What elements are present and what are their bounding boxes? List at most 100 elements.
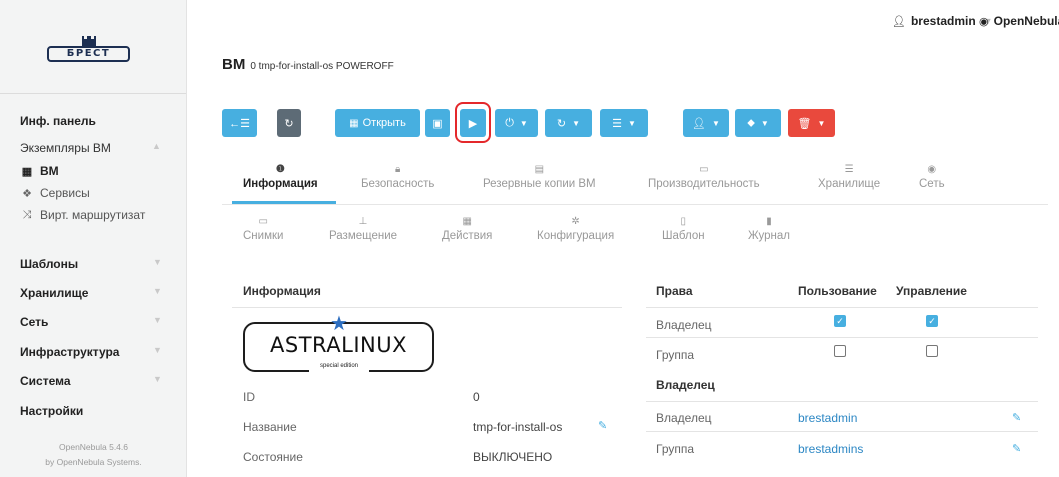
- refresh-button[interactable]: ↻: [277, 109, 301, 137]
- info-icon: ❶: [275, 164, 285, 175]
- page-title: ВМ 0 tmp-for-install-os POWEROFF: [222, 56, 394, 73]
- sidebar-item-network[interactable]: Сеть ▼: [20, 315, 162, 329]
- ownership-value-owner[interactable]: brestadmin: [798, 411, 857, 425]
- sidebar: БРЕСТ Инф. панель Экземпляры ВМ ▲ ▦ ВМ ❖ Се…: [0, 0, 187, 477]
- log-icon: ▮: [766, 216, 772, 227]
- sidebar-item-dashboard[interactable]: Инф. панель: [20, 114, 96, 128]
- sidebar-item-label: Инф. панель: [20, 114, 96, 128]
- delete-menu-button[interactable]: 🗑︎ ▼: [788, 109, 835, 137]
- user-icon: 👤︎: [692, 117, 707, 130]
- info-value-name: tmp-for-install-os: [473, 420, 563, 434]
- user-icon: 👤︎: [892, 15, 906, 28]
- info-value-state: ВЫКЛЮЧЕНО: [473, 450, 553, 464]
- tab-template[interactable]: ▯ Шаблон: [662, 216, 705, 242]
- storage-icon: ☰: [844, 164, 854, 175]
- group-use-checkbox[interactable]: [834, 345, 846, 357]
- power-icon: ⏻: [505, 116, 514, 129]
- tab-actions[interactable]: ▦ Действия: [442, 216, 492, 242]
- caret-down-icon: ▼: [712, 118, 720, 128]
- archive-icon: ▤: [534, 164, 545, 175]
- calendar-icon: ▦: [462, 216, 472, 227]
- tab-placement[interactable]: ⊥ Размещение: [329, 216, 397, 242]
- caret-down-icon: ▼: [572, 118, 581, 128]
- sidebar-item-storage[interactable]: Хранилище ▼: [20, 286, 162, 300]
- floppy-icon: ▣: [432, 117, 443, 130]
- sidebar-item-settings[interactable]: Настройки: [20, 404, 83, 418]
- owner-menu-button[interactable]: 👤︎ ▼: [683, 109, 729, 137]
- sidebar-item-services[interactable]: ❖ Сервисы: [20, 186, 90, 200]
- edit-icon[interactable]: ✎: [598, 419, 607, 432]
- edit-icon[interactable]: ✎: [1012, 411, 1021, 424]
- sidebar-item-infrastructure[interactable]: Инфраструктура ▼: [20, 345, 162, 359]
- ownership-value-group[interactable]: brestadmins: [798, 442, 863, 456]
- caret-down-icon: ▼: [519, 118, 528, 128]
- tab-storage[interactable]: ☰ Хранилище: [818, 164, 880, 190]
- sidebar-item-vm-instances[interactable]: Экземпляры ВМ ▲: [20, 141, 161, 155]
- owner-manage-checkbox[interactable]: ✓: [926, 315, 938, 327]
- tab-label: Шаблон: [662, 230, 705, 242]
- tab-security[interactable]: 🔒︎ Безопасность: [361, 164, 434, 190]
- tab-configuration[interactable]: ✲ Конфигурация: [537, 216, 614, 242]
- tab-info[interactable]: ❶ Информация: [243, 164, 318, 190]
- sidebar-item-label: Хранилище: [20, 286, 89, 300]
- open-button[interactable]: ▦ Открыть: [335, 109, 420, 137]
- tab-log[interactable]: ▮ Журнал: [748, 216, 790, 242]
- sidebar-item-label: ВМ: [40, 164, 59, 178]
- back-to-list-button[interactable]: ←☰: [222, 109, 257, 137]
- tab-label: Резервные копии ВМ: [483, 178, 596, 190]
- reboot-icon: ↻: [556, 117, 567, 130]
- sidebar-item-label: Вирт. маршрутизат: [40, 208, 146, 222]
- ownership-title: Владелец: [656, 378, 715, 392]
- tab-backups[interactable]: ▤ Резервные копии ВМ: [483, 164, 596, 190]
- perm-label-owner: Владелец: [656, 318, 712, 332]
- back-list-icon: ←☰: [229, 117, 250, 130]
- labels-menu-button[interactable]: ⬥ ▼: [735, 109, 781, 137]
- owner-use-checkbox[interactable]: ✓: [834, 315, 846, 327]
- permissions-title: Права: [656, 284, 693, 298]
- ownership-divider: [646, 401, 1038, 402]
- sitemap-icon: ⊥: [358, 216, 368, 227]
- ownership-label-group: Группа: [656, 442, 695, 456]
- refresh-icon: ↻: [284, 117, 294, 130]
- user-name: brestadmin: [910, 14, 976, 28]
- globe-icon: ◉: [979, 15, 989, 28]
- file-icon: ▯: [680, 216, 687, 227]
- globe-icon: ◉: [927, 164, 937, 175]
- group-manage-checkbox[interactable]: [926, 345, 938, 357]
- edit-icon[interactable]: ✎: [1012, 442, 1021, 455]
- reboot-menu-button[interactable]: ↻ ▼: [545, 109, 592, 137]
- sidebar-item-label: Экземпляры ВМ: [20, 141, 111, 155]
- actions-menu-button[interactable]: ☰ ▼: [600, 109, 648, 137]
- tab-network[interactable]: ◉ Сеть: [919, 164, 945, 190]
- user-menu[interactable]: 👤︎ brestadmin ▼: [892, 14, 993, 28]
- sidebar-item-vms[interactable]: ▦ ВМ: [20, 164, 59, 178]
- info-divider: [232, 307, 622, 308]
- tab-label: Производительность: [648, 178, 760, 190]
- permissions-col-manage: Управление: [896, 284, 967, 298]
- castle-icon: [82, 36, 96, 46]
- open-button-label: Открыть: [362, 117, 406, 129]
- grid-icon: ▦: [21, 165, 33, 178]
- tab-label: Размещение: [329, 230, 398, 242]
- footer-by[interactable]: by OpenNebula Systems.: [0, 457, 187, 467]
- sidebar-item-system[interactable]: Система ▼: [20, 374, 162, 388]
- tab-label: Конфигурация: [537, 230, 615, 242]
- tab-snapshots[interactable]: ▭ Снимки: [243, 216, 283, 242]
- power-menu-button[interactable]: ⏻ ▼: [495, 109, 538, 137]
- page-title-main: ВМ: [222, 56, 246, 73]
- grid-icon: ▦: [349, 117, 359, 129]
- sidebar-item-templates[interactable]: Шаблоны ▼: [20, 257, 162, 271]
- sidebar-item-virtual-routers[interactable]: ⤨ Вирт. маршрутизат: [20, 208, 146, 222]
- zone-menu[interactable]: ◉ OpenNebula ▼: [979, 14, 1059, 28]
- logo-name: ASTRALINUX: [270, 333, 407, 357]
- tab-performance[interactable]: ▭ Производительность: [648, 164, 760, 190]
- tag-icon: ⬥: [747, 116, 755, 129]
- save-button[interactable]: ▣: [425, 109, 450, 137]
- sidebar-item-label: Система: [20, 374, 71, 388]
- tabs-divider: [222, 204, 1048, 205]
- sidebar-item-label: Настройки: [20, 404, 84, 418]
- caret-down-icon: ▼: [760, 118, 769, 128]
- brest-logo[interactable]: БРЕСТ: [47, 36, 130, 62]
- logo-area: БРЕСТ: [0, 0, 186, 94]
- row-divider: [646, 431, 1038, 432]
